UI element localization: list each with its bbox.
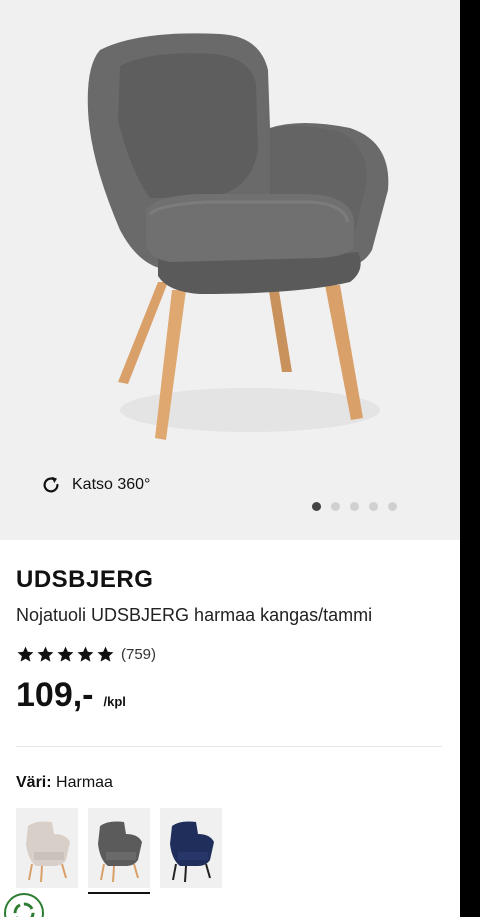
recycle-icon xyxy=(13,902,35,917)
price-value: 109,- xyxy=(16,676,94,714)
screen-edge-bar xyxy=(460,0,480,917)
carousel-dot[interactable] xyxy=(350,502,359,511)
color-swatch-beige[interactable] xyxy=(16,808,78,888)
carousel-dot[interactable] xyxy=(388,502,397,511)
color-label: Väri: xyxy=(16,774,52,791)
carousel-dot[interactable] xyxy=(369,502,378,511)
star-icon xyxy=(57,646,74,662)
rotate-icon xyxy=(43,476,59,493)
product-rating[interactable]: (759) xyxy=(16,645,156,664)
star-icon xyxy=(17,646,34,662)
chair-thumbnail-navy xyxy=(170,821,214,883)
carousel-dot[interactable] xyxy=(331,502,340,511)
rating-stars xyxy=(16,645,115,664)
product-image-gallery[interactable]: Katso 360° xyxy=(0,0,460,540)
recycle-badge-icon[interactable] xyxy=(4,893,44,917)
color-swatch-navy[interactable] xyxy=(160,808,222,888)
color-selector-label: Väri: Harmaa xyxy=(16,774,113,792)
view-360-button[interactable]: Katso 360° xyxy=(40,474,150,496)
chair-thumbnail-beige xyxy=(26,821,70,883)
star-icon xyxy=(37,646,54,662)
product-image-chair xyxy=(87,33,389,440)
color-swatch-harmaa[interactable] xyxy=(88,808,150,894)
star-icon xyxy=(77,646,94,662)
carousel-dot[interactable] xyxy=(312,502,321,511)
product-price: 109,- /kpl xyxy=(16,676,126,715)
view-360-label: Katso 360° xyxy=(72,476,151,493)
chair-thumbnail-grey xyxy=(98,821,142,883)
star-icon xyxy=(97,646,114,662)
carousel-indicator xyxy=(312,502,397,511)
price-unit: /kpl xyxy=(103,694,126,709)
color-value: Harmaa xyxy=(56,774,113,791)
divider xyxy=(16,746,442,747)
product-title: UDSBJERG xyxy=(16,566,154,593)
product-page: Katso 360° UDSBJERG Nojatuoli UDSBJERG h… xyxy=(0,0,460,917)
color-swatches xyxy=(16,808,222,894)
product-description: Nojatuoli UDSBJERG harmaa kangas/tammi xyxy=(16,605,373,625)
rating-count: (759) xyxy=(121,646,157,663)
